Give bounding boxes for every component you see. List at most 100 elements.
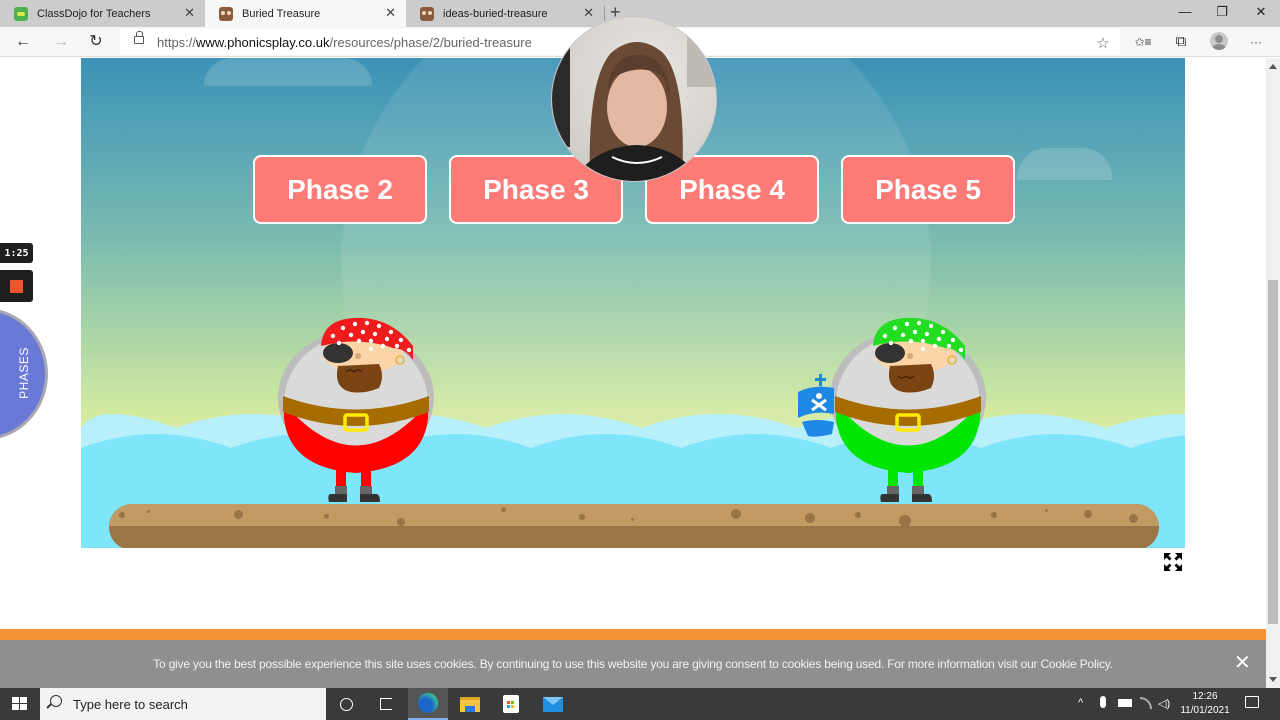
bandana-dot — [388, 329, 394, 335]
favorite-star-icon[interactable]: ☆ — [1093, 35, 1113, 53]
fullscreen-icon[interactable] — [1163, 552, 1183, 572]
bandana-dot — [352, 321, 358, 327]
wooden-raft — [109, 504, 1159, 548]
pirate-sock — [912, 486, 924, 494]
red-pirate[interactable] — [273, 308, 453, 508]
clock-date: 11/01/2021 — [1180, 705, 1230, 716]
wood-knot — [324, 514, 329, 519]
recording-timer: 1:25 — [0, 243, 33, 263]
wood-knot — [899, 515, 911, 527]
edge-icon[interactable] — [408, 688, 448, 720]
bandana-dot — [380, 343, 386, 349]
pirate-sock — [335, 486, 347, 494]
green-pirate[interactable] — [825, 308, 1005, 508]
bandana-dot — [406, 347, 412, 353]
wood-knot — [631, 518, 634, 521]
tab-ideas-buried-treasure[interactable]: ideas-buried-treasure ✕ — [406, 0, 604, 27]
collections-icon[interactable]: ⧉ — [1171, 33, 1191, 51]
wood-knot — [731, 509, 741, 519]
pirate-sock — [887, 486, 899, 494]
bandana-dot — [384, 336, 390, 342]
tab-title: Buried Treasure — [242, 7, 321, 20]
bandana-dot — [398, 337, 404, 343]
refresh-icon[interactable]: ↻ — [85, 32, 107, 52]
bandana-dot — [916, 320, 922, 326]
maximize-button[interactable]: ❐ — [1207, 4, 1237, 20]
bandana-dot — [920, 338, 926, 344]
bandana-dot — [882, 333, 888, 339]
raft-top — [109, 504, 1159, 526]
page-scrollbar[interactable] — [1266, 58, 1280, 688]
close-window-button[interactable]: ✕ — [1246, 4, 1276, 20]
task-view-icon[interactable] — [366, 688, 406, 720]
windows-taskbar: Type here to search ^ ◁) 12:26 11/01/202… — [0, 688, 1280, 720]
cloud — [1017, 148, 1112, 180]
lock-icon[interactable] — [134, 31, 144, 44]
bandana-dot — [924, 331, 930, 337]
bandana-dot — [340, 325, 346, 331]
bandana-dot — [958, 347, 964, 353]
pirate-boot — [360, 494, 380, 502]
tab-buried-treasure[interactable]: Buried Treasure ✕ — [205, 0, 406, 27]
phase-5-button[interactable]: Phase 5 — [841, 155, 1015, 224]
microphone-icon[interactable] — [1100, 696, 1106, 708]
wifi-icon[interactable] — [1140, 697, 1152, 709]
system-clock[interactable]: 12:26 11/01/2021 — [1176, 690, 1234, 718]
bandana-dot — [364, 320, 370, 326]
pirate-eye — [920, 346, 926, 352]
forward-icon[interactable]: → — [50, 32, 72, 52]
back-icon[interactable]: ← — [12, 32, 34, 52]
pirate-eye — [368, 346, 374, 352]
bandana-dot — [348, 332, 354, 338]
bandana-dot — [932, 343, 938, 349]
wood-knot — [397, 518, 405, 526]
scroll-up-arrow[interactable] — [1269, 64, 1277, 69]
phases-label[interactable]: PHASES — [17, 345, 31, 401]
windows-start-icon[interactable] — [12, 697, 28, 711]
taskbar-search[interactable]: Type here to search — [40, 688, 326, 720]
search-placeholder: Type here to search — [73, 697, 188, 712]
bandana-dot — [372, 331, 378, 337]
wood-knot — [234, 510, 243, 519]
cookie-banner: To give you the best possible experience… — [0, 640, 1266, 688]
stop-record-icon[interactable] — [0, 270, 33, 302]
eye-patch — [323, 343, 353, 363]
store-icon[interactable] — [491, 688, 531, 720]
wood-knot — [579, 514, 585, 520]
search-icon — [50, 695, 62, 707]
pirate-boot — [880, 494, 899, 502]
more-icon[interactable]: ··· — [1246, 33, 1266, 51]
classdojo-favicon — [14, 6, 28, 21]
bandana-dot — [336, 340, 342, 346]
phase-2-button[interactable]: Phase 2 — [253, 155, 427, 224]
bandana-dot — [892, 325, 898, 331]
bandana-dot — [368, 338, 374, 344]
volume-icon[interactable]: ◁) — [1158, 697, 1170, 710]
tab-close-icon[interactable]: ✕ — [583, 6, 594, 20]
webcam-person — [552, 27, 716, 181]
battery-icon[interactable] — [1118, 699, 1132, 707]
bandana-dot — [912, 329, 918, 335]
tab-classdojo[interactable]: ClassDojo for Teachers ✕ — [0, 0, 205, 27]
tab-close-icon[interactable]: ✕ — [385, 6, 396, 20]
pirate-mustache-beard — [336, 364, 382, 393]
profile-icon[interactable] — [1210, 32, 1228, 50]
url-text[interactable]: https://www.phonicsplay.co.uk/resources/… — [157, 35, 532, 50]
notifications-icon[interactable] — [1245, 696, 1259, 708]
minimize-button[interactable]: — — [1170, 4, 1200, 19]
cookie-text: To give you the best possible experience… — [153, 657, 1113, 671]
favorites-list-icon[interactable]: ✩≡ — [1133, 33, 1153, 51]
tab-title: ideas-buried-treasure — [443, 7, 548, 20]
scroll-thumb[interactable] — [1268, 280, 1278, 624]
file-explorer-icon[interactable] — [450, 688, 490, 720]
scroll-down-arrow[interactable] — [1269, 677, 1277, 682]
mail-icon[interactable] — [533, 688, 573, 720]
wood-knot — [855, 512, 861, 518]
cookie-close-icon[interactable]: ✕ — [1234, 652, 1251, 674]
tab-close-icon[interactable]: ✕ — [184, 6, 195, 20]
bandana-dot — [888, 340, 894, 346]
bandana-dot — [356, 338, 362, 344]
wood-knot — [1129, 514, 1138, 523]
cortana-icon[interactable] — [326, 688, 366, 720]
show-hidden-icon[interactable]: ^ — [1078, 697, 1083, 709]
